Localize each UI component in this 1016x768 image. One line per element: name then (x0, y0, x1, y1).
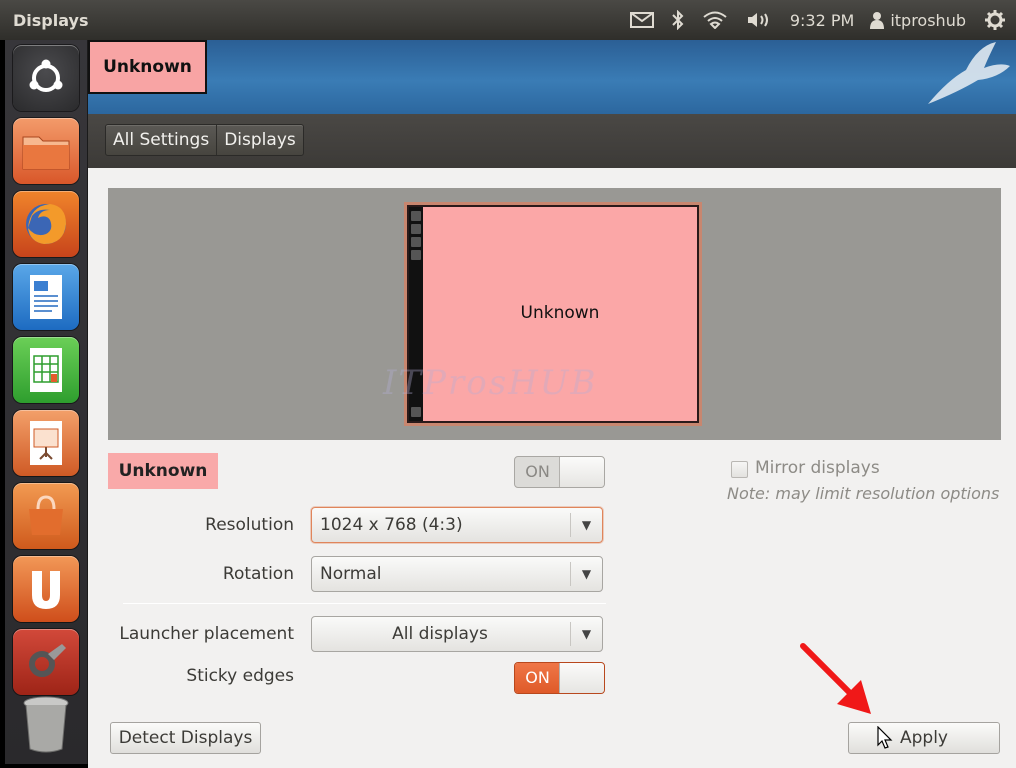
switch-knob (559, 457, 604, 487)
resolution-select[interactable]: 1024 x 768 (4:3) ▼ (311, 507, 603, 543)
wifi-icon[interactable] (702, 0, 728, 40)
mirror-displays-label[interactable]: Mirror displays (755, 458, 880, 478)
files-icon[interactable] (13, 118, 79, 184)
user-name: itproshub (890, 10, 966, 30)
resolution-label: Resolution (205, 515, 294, 535)
rotation-select[interactable]: Normal ▼ (311, 556, 603, 592)
chevron-down-icon: ▼ (570, 622, 602, 646)
watermark: ITProsHUB (383, 363, 598, 403)
chevron-down-icon: ▼ (570, 513, 602, 537)
top-panel: Displays 9:32 PM itproshub (0, 0, 1016, 40)
monitor-preview-label: Unknown (520, 303, 600, 323)
trash-icon[interactable] (13, 690, 79, 756)
monitor-power-switch[interactable]: ON (514, 456, 605, 488)
monitor-power-switch-label: ON (525, 462, 550, 481)
launcher-placement-label: Launcher placement (119, 624, 294, 644)
detect-displays-button[interactable]: Detect Displays (110, 722, 261, 754)
libreoffice-calc-icon[interactable] (13, 337, 79, 403)
libreoffice-writer-icon[interactable] (13, 264, 79, 330)
bluetooth-icon[interactable] (672, 0, 684, 40)
display-name: Unknown (108, 453, 218, 489)
mirror-displays-note: Note: may limit resolution options (727, 484, 1000, 503)
launcher-placement-value: All displays (392, 624, 488, 644)
launcher-placement-select[interactable]: All displays ▼ (311, 616, 603, 652)
red-arrow-annotation-icon (800, 643, 871, 714)
rotation-value: Normal (320, 564, 382, 584)
display-preview-area: Unknown ITProsHUB (108, 188, 1001, 440)
ubuntu-one-icon[interactable] (13, 556, 79, 622)
mail-icon[interactable] (629, 0, 654, 40)
dash-home-icon[interactable] (13, 45, 79, 111)
firefox-icon[interactable] (13, 191, 79, 257)
rotation-label: Rotation (222, 564, 294, 584)
sticky-edges-switch-label: ON (515, 663, 560, 693)
window-title: Displays (13, 11, 89, 30)
bird-icon (928, 42, 1010, 104)
apply-button[interactable]: Apply (848, 722, 1000, 754)
clock[interactable]: 9:32 PM (790, 0, 854, 40)
breadcrumb: All Settings Displays (105, 124, 304, 156)
user-menu[interactable]: itproshub (870, 0, 966, 40)
switch-knob (559, 663, 604, 693)
user-icon (870, 12, 885, 29)
toolbar: All Settings Displays (88, 114, 1016, 168)
volume-icon[interactable] (746, 0, 772, 40)
launcher (5, 40, 88, 764)
desktop-wallpaper (88, 40, 1016, 114)
mouse-cursor-icon (877, 726, 893, 749)
resolution-value: 1024 x 768 (4:3) (320, 515, 463, 535)
libreoffice-impress-icon[interactable] (13, 410, 79, 476)
indicator-area: 9:32 PM itproshub (612, 0, 1006, 40)
sticky-edges-label: Sticky edges (186, 666, 294, 686)
chevron-down-icon: ▼ (570, 562, 602, 586)
mirror-displays-checkbox[interactable] (731, 461, 748, 478)
separator (123, 603, 606, 604)
breadcrumb-all-settings[interactable]: All Settings (106, 125, 216, 155)
header-display-label: Unknown (88, 40, 207, 94)
software-center-icon[interactable] (13, 483, 79, 549)
power-gear-icon[interactable] (984, 0, 1006, 40)
sticky-edges-switch[interactable]: ON (514, 662, 605, 694)
breadcrumb-displays[interactable]: Displays (216, 125, 303, 155)
system-settings-icon[interactable] (13, 629, 79, 695)
